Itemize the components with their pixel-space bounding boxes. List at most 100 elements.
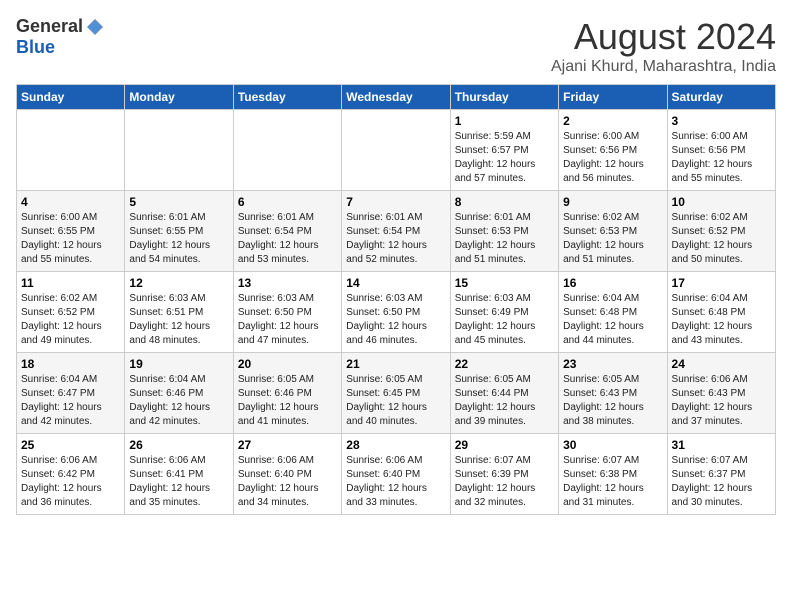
day-cell: 24 Sunrise: 6:06 AM Sunset: 6:43 PM Dayli… bbox=[667, 353, 775, 434]
day-info: Sunrise: 6:00 AM Sunset: 6:56 PM Dayligh… bbox=[563, 130, 662, 186]
day-info: Sunrise: 6:04 AM Sunset: 6:46 PM Dayligh… bbox=[129, 373, 228, 429]
day-info: Sunrise: 6:04 AM Sunset: 6:48 PM Dayligh… bbox=[672, 292, 771, 348]
day-number: 28 bbox=[346, 438, 445, 452]
weekday-header-friday: Friday bbox=[559, 85, 667, 110]
day-number: 27 bbox=[238, 438, 337, 452]
day-cell bbox=[125, 110, 233, 191]
day-number: 31 bbox=[672, 438, 771, 452]
day-info: Sunrise: 6:01 AM Sunset: 6:55 PM Dayligh… bbox=[129, 211, 228, 267]
day-number: 30 bbox=[563, 438, 662, 452]
weekday-header-tuesday: Tuesday bbox=[233, 85, 341, 110]
day-cell: 28 Sunrise: 6:06 AM Sunset: 6:40 PM Dayli… bbox=[342, 434, 450, 515]
day-number: 23 bbox=[563, 357, 662, 371]
day-info: Sunrise: 6:00 AM Sunset: 6:55 PM Dayligh… bbox=[21, 211, 120, 267]
day-info: Sunrise: 6:05 AM Sunset: 6:43 PM Dayligh… bbox=[563, 373, 662, 429]
calendar-table: SundayMondayTuesdayWednesdayThursdayFrid… bbox=[16, 84, 776, 515]
day-cell: 11 Sunrise: 6:02 AM Sunset: 6:52 PM Dayli… bbox=[17, 272, 125, 353]
day-number: 3 bbox=[672, 114, 771, 128]
day-number: 4 bbox=[21, 195, 120, 209]
day-number: 25 bbox=[21, 438, 120, 452]
day-info: Sunrise: 6:03 AM Sunset: 6:49 PM Dayligh… bbox=[455, 292, 554, 348]
day-cell: 13 Sunrise: 6:03 AM Sunset: 6:50 PM Dayli… bbox=[233, 272, 341, 353]
day-number: 22 bbox=[455, 357, 554, 371]
day-info: Sunrise: 6:01 AM Sunset: 6:53 PM Dayligh… bbox=[455, 211, 554, 267]
day-cell: 2 Sunrise: 6:00 AM Sunset: 6:56 PM Daylig… bbox=[559, 110, 667, 191]
day-number: 16 bbox=[563, 276, 662, 290]
day-info: Sunrise: 6:07 AM Sunset: 6:39 PM Dayligh… bbox=[455, 454, 554, 510]
day-info: Sunrise: 6:01 AM Sunset: 6:54 PM Dayligh… bbox=[238, 211, 337, 267]
day-number: 10 bbox=[672, 195, 771, 209]
day-info: Sunrise: 6:03 AM Sunset: 6:50 PM Dayligh… bbox=[238, 292, 337, 348]
day-number: 29 bbox=[455, 438, 554, 452]
title-block: August 2024 Ajani Khurd, Maharashtra, In… bbox=[551, 16, 776, 76]
day-cell: 14 Sunrise: 6:03 AM Sunset: 6:50 PM Dayli… bbox=[342, 272, 450, 353]
day-info: Sunrise: 6:06 AM Sunset: 6:40 PM Dayligh… bbox=[346, 454, 445, 510]
logo-blue-text: Blue bbox=[16, 37, 55, 58]
day-number: 6 bbox=[238, 195, 337, 209]
day-info: Sunrise: 6:07 AM Sunset: 6:38 PM Dayligh… bbox=[563, 454, 662, 510]
weekday-header-saturday: Saturday bbox=[667, 85, 775, 110]
day-cell: 20 Sunrise: 6:05 AM Sunset: 6:46 PM Dayli… bbox=[233, 353, 341, 434]
day-number: 2 bbox=[563, 114, 662, 128]
day-number: 15 bbox=[455, 276, 554, 290]
day-cell: 6 Sunrise: 6:01 AM Sunset: 6:54 PM Daylig… bbox=[233, 191, 341, 272]
weekday-header-thursday: Thursday bbox=[450, 85, 558, 110]
day-info: Sunrise: 6:01 AM Sunset: 6:54 PM Dayligh… bbox=[346, 211, 445, 267]
day-cell: 31 Sunrise: 6:07 AM Sunset: 6:37 PM Dayli… bbox=[667, 434, 775, 515]
day-number: 14 bbox=[346, 276, 445, 290]
day-info: Sunrise: 6:06 AM Sunset: 6:42 PM Dayligh… bbox=[21, 454, 120, 510]
day-info: Sunrise: 6:02 AM Sunset: 6:52 PM Dayligh… bbox=[21, 292, 120, 348]
day-cell: 26Sunrise: 6:06 AM Sunset: 6:41 PM Dayli… bbox=[125, 434, 233, 515]
day-cell: 7 Sunrise: 6:01 AM Sunset: 6:54 PM Daylig… bbox=[342, 191, 450, 272]
day-cell: 29 Sunrise: 6:07 AM Sunset: 6:39 PM Dayli… bbox=[450, 434, 558, 515]
day-cell: 21 Sunrise: 6:05 AM Sunset: 6:45 PM Dayli… bbox=[342, 353, 450, 434]
day-info: Sunrise: 6:02 AM Sunset: 6:52 PM Dayligh… bbox=[672, 211, 771, 267]
day-number: 26 bbox=[129, 438, 228, 452]
day-info: Sunrise: 6:04 AM Sunset: 6:48 PM Dayligh… bbox=[563, 292, 662, 348]
day-cell: 16 Sunrise: 6:04 AM Sunset: 6:48 PM Dayli… bbox=[559, 272, 667, 353]
day-number: 8 bbox=[455, 195, 554, 209]
day-number: 24 bbox=[672, 357, 771, 371]
day-info: Sunrise: 6:03 AM Sunset: 6:50 PM Dayligh… bbox=[346, 292, 445, 348]
day-number: 7 bbox=[346, 195, 445, 209]
day-cell: 3 Sunrise: 6:00 AM Sunset: 6:56 PM Daylig… bbox=[667, 110, 775, 191]
logo: General Blue bbox=[16, 16, 105, 58]
week-row-5: 25 Sunrise: 6:06 AM Sunset: 6:42 PM Dayli… bbox=[17, 434, 776, 515]
location-title: Ajani Khurd, Maharashtra, India bbox=[551, 58, 776, 76]
week-row-3: 11 Sunrise: 6:02 AM Sunset: 6:52 PM Dayli… bbox=[17, 272, 776, 353]
weekday-header-wednesday: Wednesday bbox=[342, 85, 450, 110]
day-cell: 12Sunrise: 6:03 AM Sunset: 6:51 PM Dayli… bbox=[125, 272, 233, 353]
day-info: Sunrise: 6:00 AM Sunset: 6:56 PM Dayligh… bbox=[672, 130, 771, 186]
day-info: Sunrise: 6:06 AM Sunset: 6:43 PM Dayligh… bbox=[672, 373, 771, 429]
day-number: 11 bbox=[21, 276, 120, 290]
weekday-header-sunday: Sunday bbox=[17, 85, 125, 110]
day-cell bbox=[17, 110, 125, 191]
day-cell: 27Sunrise: 6:06 AM Sunset: 6:40 PM Dayli… bbox=[233, 434, 341, 515]
day-cell: 5 Sunrise: 6:01 AM Sunset: 6:55 PM Daylig… bbox=[125, 191, 233, 272]
month-title: August 2024 bbox=[551, 16, 776, 58]
day-number: 9 bbox=[563, 195, 662, 209]
day-cell: 1Sunrise: 5:59 AM Sunset: 6:57 PM Daylig… bbox=[450, 110, 558, 191]
logo-general-text: General bbox=[16, 16, 83, 37]
day-number: 13 bbox=[238, 276, 337, 290]
week-row-1: 1Sunrise: 5:59 AM Sunset: 6:57 PM Daylig… bbox=[17, 110, 776, 191]
day-number: 19 bbox=[129, 357, 228, 371]
day-info: Sunrise: 6:04 AM Sunset: 6:47 PM Dayligh… bbox=[21, 373, 120, 429]
page-header: General Blue August 2024 Ajani Khurd, Ma… bbox=[16, 16, 776, 76]
day-info: Sunrise: 6:05 AM Sunset: 6:45 PM Dayligh… bbox=[346, 373, 445, 429]
day-number: 21 bbox=[346, 357, 445, 371]
day-info: Sunrise: 6:07 AM Sunset: 6:37 PM Dayligh… bbox=[672, 454, 771, 510]
day-number: 5 bbox=[129, 195, 228, 209]
day-cell: 19 Sunrise: 6:04 AM Sunset: 6:46 PM Dayli… bbox=[125, 353, 233, 434]
day-cell: 8 Sunrise: 6:01 AM Sunset: 6:53 PM Daylig… bbox=[450, 191, 558, 272]
day-cell: 9 Sunrise: 6:02 AM Sunset: 6:53 PM Daylig… bbox=[559, 191, 667, 272]
day-cell bbox=[342, 110, 450, 191]
weekday-header-monday: Monday bbox=[125, 85, 233, 110]
logo-icon bbox=[85, 17, 105, 37]
day-cell: 17Sunrise: 6:04 AM Sunset: 6:48 PM Dayli… bbox=[667, 272, 775, 353]
day-number: 20 bbox=[238, 357, 337, 371]
day-cell: 23 Sunrise: 6:05 AM Sunset: 6:43 PM Dayli… bbox=[559, 353, 667, 434]
day-info: Sunrise: 6:05 AM Sunset: 6:46 PM Dayligh… bbox=[238, 373, 337, 429]
day-info: Sunrise: 6:02 AM Sunset: 6:53 PM Dayligh… bbox=[563, 211, 662, 267]
day-cell: 30 Sunrise: 6:07 AM Sunset: 6:38 PM Dayli… bbox=[559, 434, 667, 515]
